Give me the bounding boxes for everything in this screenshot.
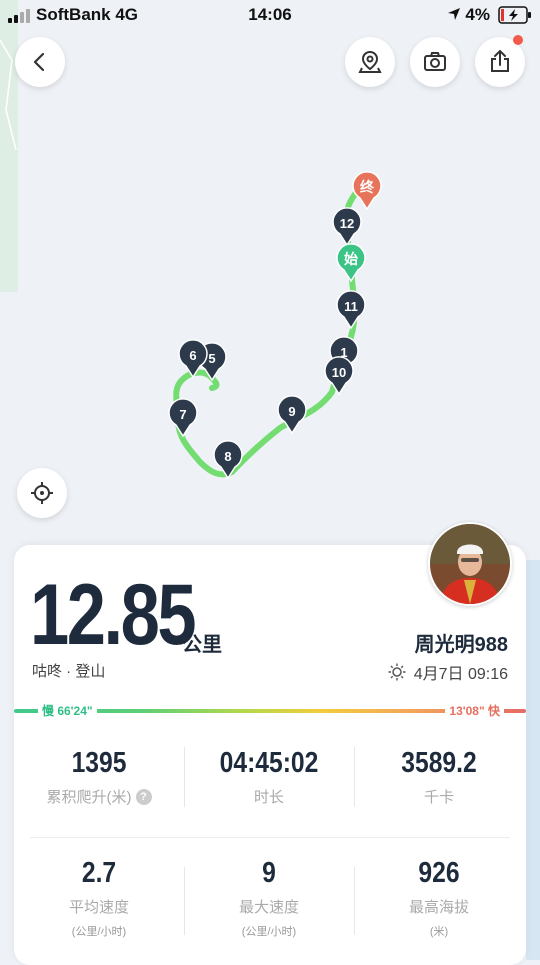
- svg-text:12: 12: [340, 216, 354, 231]
- status-bar: SoftBank 4G 14:06 4%: [0, 0, 540, 30]
- battery-percent: 4%: [465, 5, 490, 24]
- stat-avg-speed: 2.7 平均速度 (公里/小时): [14, 857, 184, 939]
- stat-label: 平均速度: [68, 899, 129, 916]
- locate-button[interactable]: [17, 468, 67, 518]
- row-divider: [30, 837, 510, 838]
- help-icon[interactable]: ?: [135, 788, 152, 805]
- divider: [354, 867, 355, 935]
- share-button[interactable]: [475, 35, 525, 87]
- distance-unit: 公里: [182, 634, 222, 656]
- user-photo: [430, 524, 510, 604]
- stat-value: 9: [262, 857, 276, 889]
- stat-value: 04:45:02: [219, 747, 319, 779]
- distance-value: 12.85: [30, 567, 197, 663]
- workout-date: 4月7日 09:16: [388, 660, 508, 684]
- stat-value: 926: [418, 857, 460, 889]
- stat-duration: 04:45:02 时长: [184, 747, 354, 807]
- notification-dot: [513, 35, 523, 45]
- map-pin-icon: [358, 50, 382, 73]
- pace-fast-label: 13'08" 快: [445, 702, 504, 719]
- camera-icon: [424, 52, 446, 71]
- chevron-left-icon: [33, 52, 45, 72]
- stat-calories: 3589.2 千卡: [354, 747, 524, 807]
- stat-max-speed: 9 最大速度 (公里/小时): [184, 857, 354, 939]
- svg-text:终: 终: [360, 179, 375, 195]
- camera-button[interactable]: [410, 37, 460, 87]
- stat-label: 最高海拔: [408, 899, 469, 916]
- stat-max-altitude: 926 最高海拔 (米): [354, 857, 524, 939]
- map-marker-12[interactable]: 12: [332, 207, 362, 247]
- sport-type: 咕咚 · 登山: [32, 663, 106, 680]
- map-pin-button[interactable]: [345, 37, 395, 87]
- svg-text:8: 8: [224, 449, 231, 464]
- map-marker-10[interactable]: 10: [324, 356, 354, 396]
- map-marker-7[interactable]: 7: [168, 398, 198, 438]
- stat-value: 1395: [71, 747, 127, 779]
- stat-sublabel: (公里/小时): [71, 926, 127, 938]
- date-text: 4月7日 09:16: [413, 666, 508, 683]
- stat-label: 最大速度: [238, 899, 299, 916]
- stat-elevation-gain: 1395 累积爬升(米)?: [14, 747, 184, 807]
- svg-text:6: 6: [189, 348, 196, 363]
- location-arrow-icon: [448, 8, 460, 20]
- sun-icon: [388, 663, 406, 681]
- crosshair-icon: [31, 482, 53, 504]
- stat-value: 3589.2: [401, 747, 477, 779]
- stat-value: 2.7: [81, 857, 117, 889]
- map-marker-11[interactable]: 11: [336, 290, 366, 330]
- start-marker[interactable]: 始: [336, 243, 366, 283]
- svg-text:始: 始: [344, 251, 358, 267]
- route-path: [173, 187, 361, 478]
- divider: [184, 747, 185, 807]
- svg-text:10: 10: [332, 365, 346, 380]
- stat-sublabel: (米): [429, 926, 449, 938]
- end-marker[interactable]: 终: [352, 171, 382, 211]
- username[interactable]: 周光明988: [415, 628, 508, 657]
- pace-gradient-bar: 慢 66'24" 13'08" 快: [14, 702, 526, 719]
- stat-label: 累积爬升(米): [46, 789, 132, 806]
- stat-sublabel: (公里/小时): [241, 926, 297, 938]
- svg-text:5: 5: [208, 351, 215, 366]
- svg-text:7: 7: [179, 407, 186, 422]
- avatar[interactable]: [428, 522, 512, 606]
- stat-label: 千卡: [423, 789, 454, 806]
- stat-label: 时长: [253, 789, 284, 806]
- svg-text:9: 9: [288, 404, 295, 419]
- share-icon: [491, 49, 509, 72]
- battery-icon: [498, 6, 531, 24]
- divider: [184, 867, 185, 935]
- svg-text:11: 11: [344, 299, 358, 314]
- divider: [354, 747, 355, 807]
- back-button[interactable]: [15, 37, 65, 87]
- pace-slow-label: 慢 66'24": [38, 702, 97, 719]
